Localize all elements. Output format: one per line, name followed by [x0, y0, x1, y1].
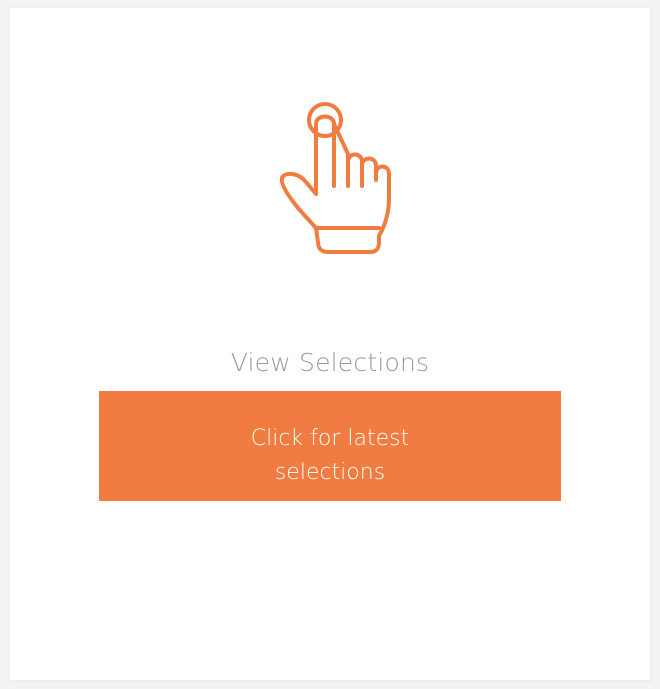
- selections-card: View Selections Click for latest selecti…: [10, 8, 651, 681]
- latest-selections-button-label: Click for latest selections: [250, 426, 410, 485]
- latest-selections-button[interactable]: Click for latest selections: [99, 391, 561, 501]
- view-selections-title: View Selections: [230, 348, 430, 377]
- tap-hand-icon: [266, 94, 396, 264]
